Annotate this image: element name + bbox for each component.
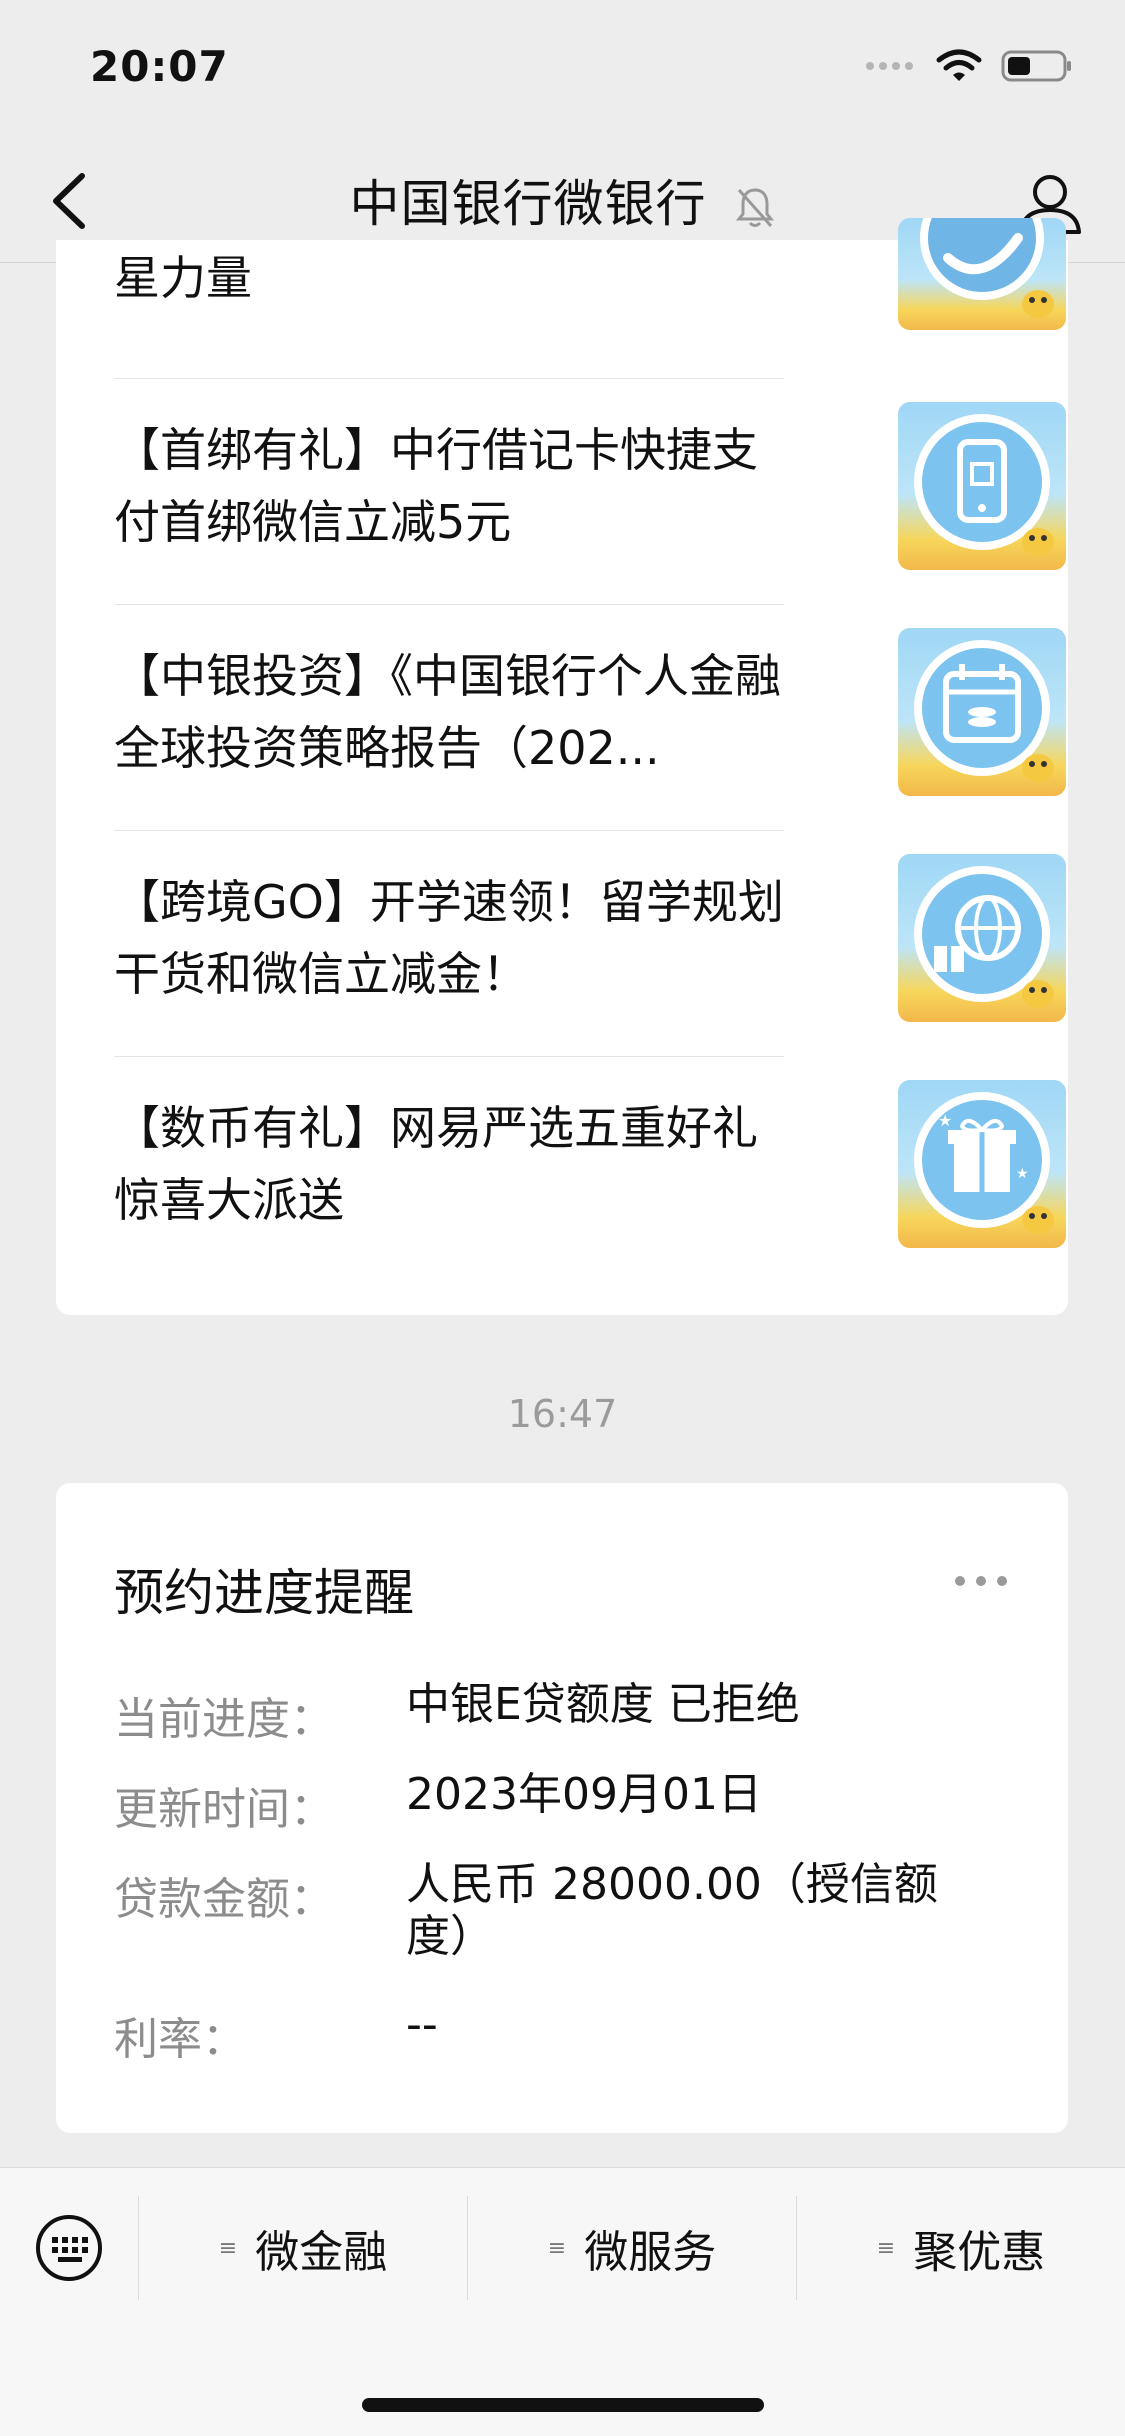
progress-label: 当前进度： [114, 1694, 334, 1745]
interest-rate-value: -- [406, 1999, 438, 2050]
menu-list-icon: ≡ [876, 2235, 896, 2261]
article-title: 【首绑有礼】中行借记卡快捷支付首绑微信立减5元 [114, 423, 758, 549]
svg-text:★: ★ [1016, 1166, 1029, 1182]
calendar-coins-icon [914, 640, 1054, 782]
loan-amount-label: 贷款金额： [114, 1874, 334, 1925]
menu-micro-finance[interactable]: ≡ 微金融 [139, 2188, 467, 2308]
update-time-value: 2023年09月01日 [406, 1769, 762, 1820]
interest-rate-label: 利率： [114, 2014, 246, 2065]
article-item[interactable]: 【首绑有礼】中行借记卡快捷支付首绑微信立减5元 [114, 402, 1066, 602]
article-title: 【数币有礼】网易严选五重好礼惊喜大派送 [114, 1101, 758, 1227]
progress-value: 中银E贷额度 已拒绝 [406, 1679, 800, 1730]
svg-text:★: ★ [938, 1111, 952, 1130]
status-bar: 20:07 [0, 0, 1125, 140]
wifi-icon [936, 49, 982, 81]
article-title: 【跨境GO】开学速领！留学规划干货和微信立减金！ [114, 875, 784, 1001]
home-indicator [362, 2398, 764, 2412]
status-icons [865, 48, 1073, 84]
divider [114, 604, 784, 605]
article-thumbnail [898, 402, 1066, 570]
article-item[interactable]: 【数币有礼】网易严选五重好礼惊喜大派送 ★ ★ [114, 1080, 1066, 1280]
article-title: 星力量 [114, 251, 252, 305]
message-timestamp: 16:47 [507, 1392, 618, 1436]
article-thumbnail [898, 218, 1066, 330]
status-time: 20:07 [90, 42, 229, 91]
menu-micro-service[interactable]: ≡ 微服务 [468, 2188, 796, 2308]
rocket-icon [920, 218, 1054, 318]
menu-label: 聚优惠 [913, 2227, 1046, 2278]
article-thumbnail [898, 854, 1066, 1022]
phone-icon [914, 414, 1054, 556]
article-item[interactable]: 【跨境GO】开学速领！留学规划干货和微信立减金！ [114, 854, 1066, 1054]
menu-label: 微金融 [255, 2227, 388, 2278]
divider [114, 830, 784, 831]
article-thumbnail [898, 628, 1066, 796]
battery-icon [1001, 50, 1071, 82]
appointment-progress-card[interactable]: 预约进度提醒 当前进度： 中银E贷额度 已拒绝 更新时间： 2023年09月01… [56, 1483, 1068, 2133]
globe-gift-icon [914, 866, 1054, 1008]
article-list-card: 星力量 【首绑有礼】中行借记卡快捷支付首绑微信立减5元 【中银投资】《中国银行个… [56, 218, 1068, 1315]
menu-offers[interactable]: ≡ 聚优惠 [797, 2188, 1125, 2308]
keyboard-toggle-icon[interactable] [34, 2213, 104, 2283]
signal-icon [866, 62, 913, 70]
article-item[interactable]: 【中银投资】《中国银行个人金融全球投资策略报告（202... [114, 628, 1066, 828]
article-item[interactable]: 星力量 [114, 218, 1066, 368]
menu-list-icon: ≡ [547, 2235, 567, 2261]
loan-amount-value: 人民币 28000.00（授信额度） [406, 1859, 938, 1962]
gift-box-icon: ★ ★ [914, 1092, 1054, 1234]
menu-list-icon: ≡ [218, 2235, 238, 2261]
bottom-menu-bar: ≡ 微金融 ≡ 微服务 ≡ 聚优惠 [0, 2167, 1125, 2436]
update-time-label: 更新时间： [114, 1784, 334, 1835]
article-thumbnail: ★ ★ [898, 1080, 1066, 1248]
divider [114, 378, 784, 379]
more-options-icon[interactable] [954, 1573, 1008, 1589]
card-title: 预约进度提醒 [114, 1564, 414, 1622]
menu-label: 微服务 [584, 2227, 717, 2278]
divider [114, 1056, 784, 1057]
article-title: 【中银投资】《中国银行个人金融全球投资策略报告（202... [114, 649, 781, 775]
